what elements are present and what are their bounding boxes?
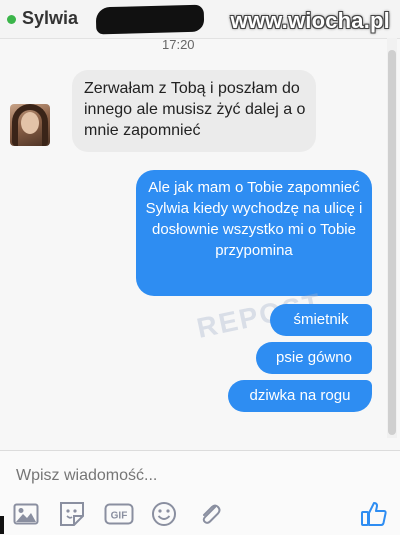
outgoing-message[interactable]: Ale jak mam o Tobie zapomnieć Sylwia kie… <box>136 170 372 296</box>
scrollbar-thumb[interactable] <box>388 50 396 435</box>
sticker-icon[interactable] <box>58 500 86 528</box>
svg-text:GIF: GIF <box>111 511 128 522</box>
message-timestamp: 17:20 <box>162 37 195 52</box>
like-icon[interactable] <box>360 500 388 528</box>
incoming-message[interactable]: Zerwałam z Tobą i poszłam do innego ale … <box>72 70 316 152</box>
gif-icon[interactable]: GIF <box>104 500 134 528</box>
avatar-hair <box>12 104 48 146</box>
outgoing-message[interactable]: psie gówno <box>256 342 372 374</box>
outgoing-message[interactable]: dziwka na rogu <box>228 380 372 412</box>
image-icon[interactable] <box>12 500 40 528</box>
contact-name[interactable]: Sylwia <box>22 8 78 29</box>
edge-artifact <box>0 516 4 534</box>
site-watermark: www.wiocha.pl <box>230 8 390 33</box>
online-status-dot <box>7 15 16 24</box>
message-input[interactable] <box>0 454 380 488</box>
emoji-icon[interactable] <box>150 500 178 528</box>
attachment-icon[interactable] <box>196 500 224 528</box>
chat-header: Sylwia www.wiocha.pl <box>0 0 400 39</box>
contact-avatar[interactable] <box>10 104 50 146</box>
redacted-surname <box>95 4 205 35</box>
outgoing-message[interactable]: śmietnik <box>270 304 372 336</box>
